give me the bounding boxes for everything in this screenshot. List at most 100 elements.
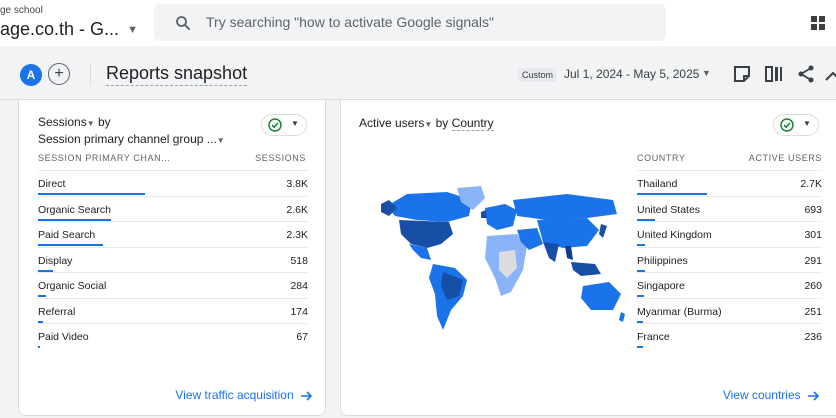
sessions-by-channel-card: Sessions▼ by Session primary channel gro… bbox=[18, 100, 326, 416]
row-label: Thailand bbox=[637, 178, 678, 190]
column-header-dimension: COUNTRY bbox=[637, 153, 686, 163]
date-custom-badge: Custom bbox=[518, 68, 558, 82]
search-bar[interactable]: Try searching "how to activate Google si… bbox=[154, 4, 666, 41]
row-label: Singapore bbox=[637, 280, 685, 292]
dimension-label: Session primary channel group ... bbox=[38, 132, 217, 146]
map-region-japan[interactable] bbox=[599, 224, 607, 238]
active-users-by-country-card: Active users▼ by Country ▼ COUNTRY ACTIV… bbox=[340, 100, 836, 416]
arrow-right-icon bbox=[808, 391, 820, 401]
row-value: 2.6K bbox=[286, 203, 308, 216]
column-header-metric: SESSIONS bbox=[255, 153, 306, 163]
title-by: by bbox=[435, 116, 449, 130]
map-region-new-zealand[interactable] bbox=[619, 312, 625, 322]
metric-selector[interactable]: Active users▼ bbox=[359, 116, 432, 130]
caret-down-icon[interactable]: ▼ bbox=[702, 68, 711, 78]
page-title: Reports snapshot bbox=[106, 63, 248, 86]
row-share-bar bbox=[637, 346, 644, 348]
metric-label: Sessions bbox=[38, 115, 87, 129]
row-value: 251 bbox=[804, 305, 822, 318]
row-value: 284 bbox=[290, 280, 308, 292]
row-label: Myanmar (Burma) bbox=[637, 305, 722, 318]
account-selector[interactable]: age.co.th - G... ▼ bbox=[0, 19, 138, 40]
caret-down-icon: ▼ bbox=[803, 119, 811, 128]
row-label: Display bbox=[38, 254, 73, 267]
row-label: Philippines bbox=[637, 254, 688, 267]
link-label: View countries bbox=[722, 388, 801, 402]
view-traffic-acquisition-link[interactable]: View traffic acquisition bbox=[175, 388, 313, 402]
row-value: 260 bbox=[804, 280, 822, 292]
table-row[interactable]: United States 693 bbox=[637, 195, 822, 222]
edit-note-icon[interactable] bbox=[732, 64, 752, 84]
row-value: 2.3K bbox=[286, 229, 308, 241]
share-icon[interactable] bbox=[796, 64, 816, 84]
world-map[interactable] bbox=[377, 186, 627, 336]
table-row[interactable]: Organic Search 2.6K bbox=[38, 195, 308, 222]
check-circle-icon bbox=[780, 118, 794, 132]
link-label: View traffic acquisition bbox=[175, 388, 294, 402]
data-quality-button[interactable]: ▼ bbox=[261, 114, 307, 136]
compare-icon[interactable] bbox=[764, 64, 784, 84]
row-value: 2.7K bbox=[800, 178, 822, 190]
divider bbox=[90, 64, 91, 86]
row-label: Paid Video bbox=[38, 331, 89, 343]
row-value: 3.8K bbox=[286, 178, 308, 190]
row-value: 693 bbox=[804, 203, 822, 216]
table-row[interactable]: Philippines 291 bbox=[637, 246, 822, 273]
row-value: 67 bbox=[296, 331, 308, 343]
add-comparison-button[interactable]: + bbox=[48, 63, 70, 85]
table-row[interactable]: Myanmar (Burma) 251 bbox=[637, 297, 822, 324]
row-label: Referral bbox=[38, 305, 76, 318]
caret-down-icon: ▼ bbox=[86, 119, 95, 128]
title-by: by bbox=[97, 115, 111, 129]
table-row[interactable]: Organic Social 284 bbox=[38, 272, 308, 298]
row-label: United States bbox=[637, 203, 701, 216]
account-name: age.co.th - G... bbox=[0, 19, 120, 39]
date-range-selector[interactable]: Jul 1, 2024 - May 5, 2025 bbox=[564, 67, 699, 81]
caret-down-icon: ▼ bbox=[127, 24, 138, 37]
check-circle-icon bbox=[268, 118, 282, 132]
table-row[interactable]: Thailand 2.7K bbox=[637, 170, 822, 196]
search-placeholder: Try searching "how to activate Google si… bbox=[206, 14, 495, 30]
row-label: Organic Social bbox=[38, 280, 107, 292]
apps-grid-icon[interactable] bbox=[810, 15, 826, 31]
caret-down-icon: ▼ bbox=[216, 136, 225, 145]
row-value: 236 bbox=[804, 331, 822, 343]
map-region-europe[interactable] bbox=[485, 204, 517, 230]
table-row[interactable]: Paid Video 67 bbox=[38, 323, 308, 349]
table-row[interactable]: Paid Search 2.3K bbox=[38, 221, 308, 247]
dimension-selector[interactable]: Session primary channel group ...▼ bbox=[38, 132, 225, 146]
avatar[interactable]: A bbox=[20, 64, 42, 86]
map-region-india[interactable] bbox=[543, 242, 559, 262]
table-row[interactable]: Display 518 bbox=[38, 246, 308, 273]
map-region-russia[interactable] bbox=[513, 194, 617, 220]
map-region-canada[interactable] bbox=[387, 192, 472, 222]
row-value: 301 bbox=[804, 229, 822, 241]
row-label: Direct bbox=[38, 178, 66, 190]
table-row[interactable]: United Kingdom 301 bbox=[637, 221, 822, 247]
caret-down-icon: ▼ bbox=[291, 119, 299, 128]
data-quality-button[interactable]: ▼ bbox=[773, 114, 819, 136]
insights-icon[interactable] bbox=[824, 64, 836, 84]
account-subtitle: ge school bbox=[0, 5, 43, 16]
column-header-dimension: SESSION PRIMARY CHAN... bbox=[38, 153, 171, 163]
table-row[interactable]: France 236 bbox=[637, 323, 822, 349]
row-value: 174 bbox=[290, 305, 308, 318]
row-label: Paid Search bbox=[38, 229, 96, 241]
map-region-united-states[interactable] bbox=[399, 220, 453, 248]
card-title: Active users▼ by Country bbox=[359, 116, 494, 131]
caret-down-icon: ▼ bbox=[424, 120, 433, 129]
metric-label: Active users bbox=[359, 116, 425, 130]
table-row[interactable]: Direct 3.8K bbox=[38, 170, 308, 196]
map-region-thailand[interactable] bbox=[565, 246, 573, 260]
metric-selector[interactable]: Sessions▼ bbox=[38, 115, 95, 129]
row-value: 291 bbox=[804, 254, 822, 267]
view-countries-link[interactable]: View countries bbox=[723, 388, 820, 402]
map-region-southeast-asia[interactable] bbox=[571, 262, 601, 276]
map-region-australia[interactable] bbox=[581, 282, 621, 310]
row-label: France bbox=[637, 331, 670, 343]
report-toolbar: A + Reports snapshot Custom Jul 1, 2024 … bbox=[0, 46, 836, 100]
map-region-united-kingdom[interactable] bbox=[481, 210, 487, 218]
table-row[interactable]: Singapore 260 bbox=[637, 272, 822, 298]
dimension-selector[interactable]: Country bbox=[451, 116, 494, 131]
table-row[interactable]: Referral 174 bbox=[38, 297, 308, 324]
